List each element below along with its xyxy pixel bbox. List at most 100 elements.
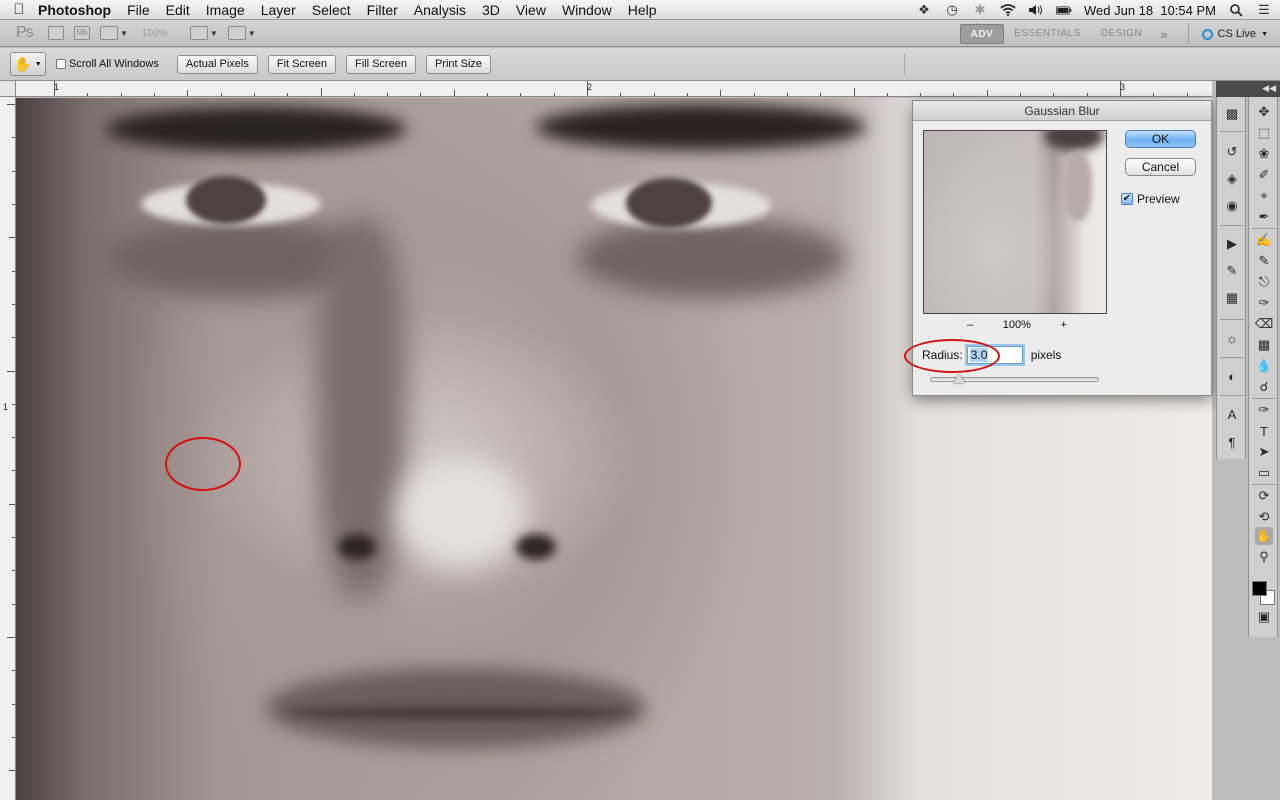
more-workspaces-icon[interactable]: » bbox=[1152, 27, 1176, 42]
eraser-tool-icon[interactable]: ⌫ bbox=[1255, 315, 1273, 333]
move-tool-icon[interactable]: ✥ bbox=[1255, 103, 1273, 121]
panel-divider bbox=[1220, 225, 1244, 226]
preview-zoom-value: 100% bbox=[1002, 319, 1031, 331]
3d-orbit-icon[interactable]: ⟲ bbox=[1255, 508, 1273, 526]
filter-preview[interactable] bbox=[923, 130, 1107, 314]
menu-analysis[interactable]: Analysis bbox=[414, 2, 466, 18]
character-icon[interactable]: A bbox=[1223, 405, 1241, 423]
menu-bar:  Photoshop File Edit Image Layer Select… bbox=[0, 0, 1280, 20]
brush-presets-icon[interactable]: ✎ bbox=[1223, 262, 1241, 280]
ruler-tick bbox=[287, 93, 288, 96]
zoom-out-button[interactable]: – bbox=[967, 319, 973, 331]
dodge-tool-icon[interactable]: ☌ bbox=[1255, 378, 1273, 396]
search-icon[interactable] bbox=[1228, 3, 1244, 17]
horizontal-ruler[interactable]: 1 2 3 bbox=[16, 81, 1212, 97]
panel-icon-strip: ▩ ↺ ◈ ◉ ▶ ✎ ▦ ☼ ◐ A ¶ bbox=[1216, 97, 1246, 459]
bluetooth-icon[interactable]: ✱ bbox=[972, 2, 988, 17]
annotation-circle-radius bbox=[904, 339, 1000, 373]
marquee-tool-icon[interactable]: ⬚ bbox=[1255, 124, 1273, 142]
mini-bridge-launch-icon[interactable]: Mb bbox=[74, 23, 90, 43]
brush-tool-icon[interactable]: ✎ bbox=[1255, 252, 1273, 270]
quick-mask-icon[interactable]: ▣ bbox=[1255, 608, 1273, 626]
paragraph-icon[interactable]: ¶ bbox=[1223, 433, 1241, 451]
preview-checkbox[interactable]: ✔ Preview bbox=[1121, 192, 1180, 206]
menu-help[interactable]: Help bbox=[628, 2, 657, 18]
mini-bridge-icon[interactable]: ▩ bbox=[1223, 105, 1241, 123]
dropbox-icon[interactable]: ❖ bbox=[916, 2, 932, 17]
foreground-color-swatch[interactable] bbox=[1252, 581, 1267, 596]
quick-select-tool-icon[interactable]: ✐ bbox=[1255, 166, 1273, 184]
print-size-button[interactable]: Print Size bbox=[425, 54, 492, 74]
lasso-tool-icon[interactable]: ❀ bbox=[1255, 145, 1273, 163]
menu-3d[interactable]: 3D bbox=[482, 2, 500, 18]
crop-tool-icon[interactable]: ⌖ bbox=[1255, 187, 1273, 205]
masks-icon[interactable]: ◐ bbox=[1223, 367, 1241, 385]
ruler-tick bbox=[254, 93, 255, 96]
eyedropper-tool-icon[interactable]: ✒ bbox=[1255, 208, 1273, 226]
zoom-in-button[interactable]: + bbox=[1061, 319, 1067, 331]
fit-screen-button[interactable]: Fit Screen bbox=[267, 54, 336, 74]
ruler-tick bbox=[12, 137, 15, 138]
zoom-tool-icon[interactable]: ⚲ bbox=[1255, 548, 1273, 566]
time-machine-icon[interactable]: ◷ bbox=[944, 2, 960, 17]
photo-nose-tip bbox=[396, 458, 526, 568]
type-tool-icon[interactable]: T bbox=[1255, 422, 1273, 440]
actual-pixels-button[interactable]: Actual Pixels bbox=[176, 54, 258, 74]
menu-photoshop[interactable]: Photoshop bbox=[38, 2, 111, 18]
3d-rotate-icon[interactable]: ⟳ bbox=[1255, 487, 1273, 505]
workspace-essentials[interactable]: ESSENTIALS bbox=[1004, 24, 1091, 44]
arrange-documents-icon[interactable]: ▼ bbox=[189, 23, 218, 43]
clock[interactable]: Wed Jun 18 10:54 PM bbox=[1084, 3, 1216, 18]
ok-button[interactable]: OK bbox=[1125, 130, 1196, 148]
check-icon[interactable]: ✔ bbox=[1121, 193, 1133, 205]
menu-window[interactable]: Window bbox=[562, 2, 612, 18]
swatches-icon[interactable]: ▦ bbox=[1223, 289, 1241, 307]
collapse-icon[interactable]: ◀◀ bbox=[1262, 83, 1276, 94]
menu-layer[interactable]: Layer bbox=[261, 2, 296, 18]
scroll-all-windows-checkbox[interactable]: Scroll All Windows bbox=[56, 58, 159, 70]
checkbox-box[interactable] bbox=[56, 59, 66, 69]
cancel-button[interactable]: Cancel bbox=[1125, 158, 1196, 176]
dialog-title[interactable]: Gaussian Blur bbox=[913, 101, 1211, 121]
channels-icon[interactable]: ◉ bbox=[1223, 197, 1241, 215]
list-icon[interactable]: ☰ bbox=[1256, 2, 1272, 17]
shape-tool-icon[interactable]: ▭ bbox=[1255, 464, 1273, 482]
screen-mode-icon[interactable]: ▼ bbox=[227, 23, 256, 43]
fill-screen-button[interactable]: Fill Screen bbox=[345, 54, 416, 74]
menu-view[interactable]: View bbox=[516, 2, 546, 18]
gradient-tool-icon[interactable]: ▩ bbox=[1255, 336, 1273, 354]
menu-filter[interactable]: Filter bbox=[367, 2, 398, 18]
view-extras-icon[interactable]: ▼ bbox=[100, 23, 128, 43]
wifi-icon[interactable] bbox=[1000, 3, 1016, 17]
vertical-ruler[interactable]: 1 bbox=[0, 97, 16, 800]
photo-eyebrow-left bbox=[106, 106, 406, 152]
volume-icon[interactable] bbox=[1028, 3, 1044, 17]
radius-slider-thumb[interactable] bbox=[953, 374, 965, 383]
apple-icon[interactable]:  bbox=[0, 1, 38, 18]
menu-edit[interactable]: Edit bbox=[166, 2, 190, 18]
panel-dock-header[interactable]: ◀◀ bbox=[1216, 81, 1280, 97]
workspace-design[interactable]: DESIGN bbox=[1091, 24, 1152, 44]
blur-tool-icon[interactable]: 💧 bbox=[1255, 357, 1273, 375]
gaussian-blur-dialog: Gaussian Blur – 100% + OK Cancel ✔ Previ… bbox=[904, 100, 1212, 396]
menu-file[interactable]: File bbox=[127, 2, 150, 18]
ruler-origin[interactable] bbox=[0, 81, 16, 97]
hand-tool-icon[interactable]: ✋ bbox=[1255, 527, 1273, 545]
menu-select[interactable]: Select bbox=[312, 2, 351, 18]
adjustments-icon[interactable]: ☼ bbox=[1223, 329, 1241, 347]
workspace-adv[interactable]: ADV bbox=[959, 24, 1005, 44]
path-select-icon[interactable]: ➤ bbox=[1255, 443, 1273, 461]
pen-tool-icon[interactable]: ✑ bbox=[1255, 401, 1273, 419]
bridge-launch-icon[interactable] bbox=[48, 23, 64, 43]
zoom-level[interactable]: 100% bbox=[142, 28, 180, 39]
actions-icon[interactable]: ▶ bbox=[1223, 235, 1241, 253]
history-icon[interactable]: ↺ bbox=[1223, 143, 1241, 161]
clone-stamp-icon[interactable]: ⎋ bbox=[1255, 273, 1273, 291]
battery-icon[interactable] bbox=[1055, 3, 1072, 17]
healing-brush-icon[interactable]: ✍ bbox=[1255, 231, 1273, 249]
history-brush-icon[interactable]: ✑ bbox=[1255, 294, 1273, 312]
tool-preset-picker[interactable]: ✋ ▼ bbox=[10, 52, 46, 76]
cs-live-menu[interactable]: CS Live ▼ bbox=[1201, 24, 1268, 44]
menu-image[interactable]: Image bbox=[206, 2, 245, 18]
layers-icon[interactable]: ◈ bbox=[1223, 170, 1241, 188]
